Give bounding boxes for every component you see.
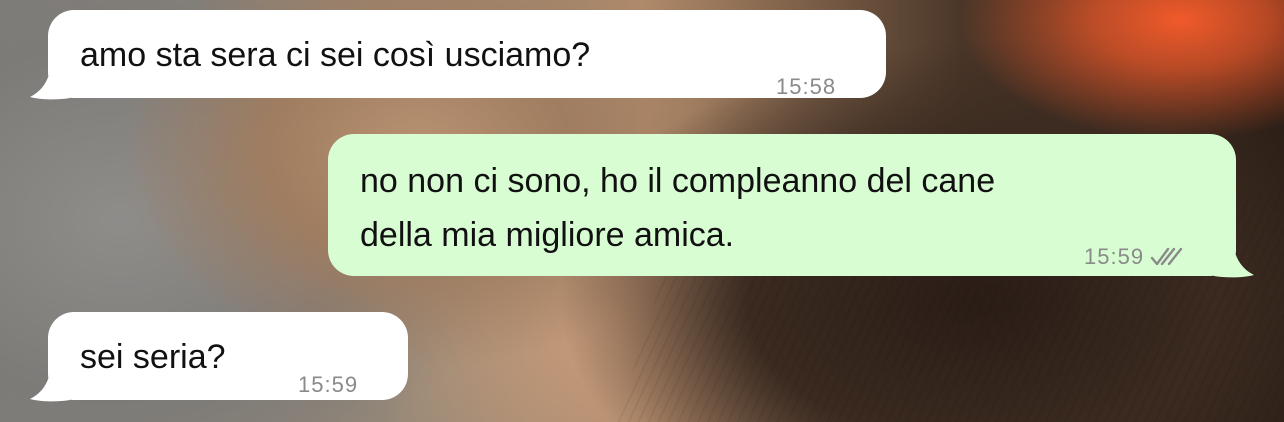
timestamp-text: 15:59 bbox=[298, 372, 359, 397]
timestamp-text: 15:58 bbox=[776, 74, 837, 99]
message-bubble-incoming[interactable]: sei seria? 15:59 bbox=[48, 312, 408, 400]
message-text-line-2: della mia migliore amica. bbox=[360, 216, 735, 254]
double-check-icon bbox=[1150, 247, 1183, 266]
message-text-line-1: no non ci sono, ho il compleanno del can… bbox=[360, 162, 996, 200]
message-timestamp: 15:58 bbox=[776, 62, 836, 112]
message-bubble-incoming[interactable]: amo sta sera ci sei così usciamo? 15:58 bbox=[48, 10, 886, 99]
chat-background: amo sta sera ci sei così usciamo? 15:58 … bbox=[0, 0, 1284, 422]
message-text: sei seria? bbox=[80, 338, 226, 376]
message-text: amo sta sera ci sei così usciamo? bbox=[80, 36, 591, 74]
message-timestamp: 15:59 bbox=[298, 360, 358, 410]
message-timestamp: 15:59 bbox=[1084, 232, 1184, 282]
timestamp-text: 15:59 bbox=[1084, 244, 1145, 269]
message-bubble-outgoing[interactable]: no non ci sono, ho il compleanno del can… bbox=[328, 134, 1236, 276]
